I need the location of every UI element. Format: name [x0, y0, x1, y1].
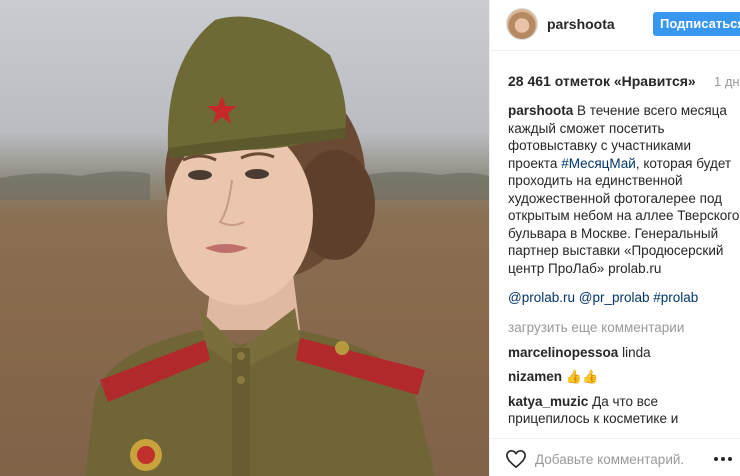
more-options-icon[interactable] — [713, 455, 733, 463]
comment-text: linda — [622, 344, 651, 360]
post-photo[interactable] — [0, 0, 489, 476]
post-header: parshoota Подписаться — [490, 0, 740, 50]
caption: parshoota В течение всего месяца каждый … — [508, 102, 740, 307]
panel-divider — [489, 0, 490, 476]
comment-username[interactable]: nizamen — [508, 369, 562, 384]
header-divider — [490, 50, 740, 51]
caption-text: , которая будет проходить на единственно… — [508, 155, 740, 276]
comment-item: nizamen 👍👍 — [508, 368, 740, 386]
hashtag-link[interactable]: #МесяцМай — [561, 156, 636, 171]
comments-list: parshoota В течение всего месяца каждый … — [508, 102, 740, 428]
comment-username[interactable]: katya_muzic — [508, 394, 588, 409]
mention-link[interactable]: @prolab.ru — [508, 290, 575, 305]
author-username[interactable]: parshoota — [547, 16, 615, 32]
load-more-comments[interactable]: загрузить еще комментарии — [508, 319, 740, 336]
portrait-illustration — [0, 16, 489, 476]
likes-count[interactable]: 28 461 отметок «Нравится» — [508, 73, 696, 89]
comment-username[interactable]: marcelinopessoa — [508, 345, 618, 360]
follow-button[interactable]: Подписаться — [653, 12, 740, 36]
hashtag-link[interactable]: #prolab — [653, 290, 698, 305]
heart-icon[interactable] — [505, 449, 527, 469]
comment-bar-divider — [490, 438, 740, 439]
comment-item: marcelinopessoa linda — [508, 344, 740, 362]
mention-link[interactable]: @pr_prolab — [579, 290, 650, 305]
post-time[interactable]: 1 дн — [714, 74, 740, 89]
comment-item: katya_muzic Да что все прицепилось к кос… — [508, 393, 740, 429]
caption-username[interactable]: parshoota — [508, 103, 573, 118]
avatar[interactable] — [506, 8, 538, 40]
add-comment-input[interactable] — [535, 449, 685, 469]
comment-text: 👍👍 — [565, 369, 599, 384]
